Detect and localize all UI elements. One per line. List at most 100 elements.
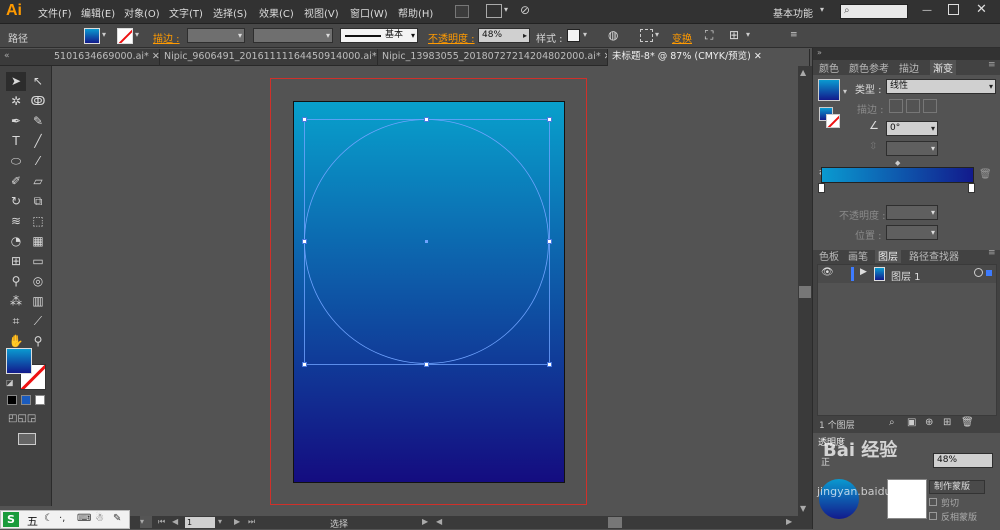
eraser-tool-icon[interactable]: ▱ <box>28 172 48 191</box>
gpu-performance-icon[interactable]: ⊘ <box>520 3 530 17</box>
search-input[interactable]: ⌕ <box>840 4 908 19</box>
none-mode-icon[interactable] <box>35 395 45 405</box>
stroke-along-icon[interactable] <box>906 99 920 113</box>
last-artboard-icon[interactable]: ⏭ <box>248 517 255 527</box>
artboard-number-field[interactable]: 1 <box>185 517 215 528</box>
recolor-artwork-icon[interactable]: ◍ <box>608 28 618 42</box>
new-sublayer-icon[interactable]: ⊕ <box>925 417 933 428</box>
opacity-field[interactable]: 48% ▸ <box>478 28 530 43</box>
locate-object-icon[interactable]: ⌕ <box>889 417 895 428</box>
vertical-scrollbar[interactable]: ▲ ▼ <box>798 66 812 516</box>
layer-name[interactable]: 图层 1 <box>891 268 921 283</box>
tab-pathfinder[interactable]: 路径查找器 <box>909 248 959 263</box>
expand-arrows-icon[interactable]: » <box>817 48 822 57</box>
menu-type[interactable]: 文字(T) <box>169 5 203 20</box>
perspective-grid-tool-icon[interactable]: ▦ <box>28 232 48 251</box>
stroke-label[interactable]: 描边 : <box>153 30 180 45</box>
chevron-down-icon[interactable]: ▾ <box>504 5 508 14</box>
stop-position-field[interactable]: ▾ <box>886 225 938 240</box>
clip-checkbox[interactable] <box>929 498 937 506</box>
menu-view[interactable]: 视图(V) <box>304 5 339 20</box>
canvas[interactable] <box>52 66 798 516</box>
close-icon[interactable]: ✕ <box>976 2 987 17</box>
pencil-tool-icon[interactable]: ✐ <box>6 172 26 191</box>
doc-tab-1[interactable]: 5101634669000.ai* ✕ <box>50 49 160 66</box>
expand-triangle-icon[interactable]: ▶ <box>860 267 867 277</box>
tab-color-guide[interactable]: 颜色参考 <box>849 60 889 75</box>
graphic-style-swatch[interactable] <box>567 29 580 42</box>
midpoint-diamond-icon[interactable]: ◆ <box>895 159 900 167</box>
menu-file[interactable]: 文件(F) <box>38 5 72 20</box>
handle-top-left[interactable] <box>302 117 307 122</box>
color-mode-icon[interactable] <box>7 395 17 405</box>
keyboard-icon[interactable]: ⌨ <box>77 513 91 524</box>
handle-left[interactable] <box>302 239 307 244</box>
selection-tool-icon[interactable]: ➤ <box>6 72 26 91</box>
selection-indicator[interactable] <box>986 270 992 276</box>
invert-mask-checkbox[interactable] <box>929 512 937 520</box>
control-panel-menu-icon[interactable]: ≡ <box>790 30 798 40</box>
layer-row[interactable]: 👁 ▶ 图层 1 <box>818 265 996 283</box>
tab-layers[interactable]: 图层 <box>875 248 901 263</box>
clipping-mask-icon[interactable]: ▣ <box>907 417 916 428</box>
menu-select[interactable]: 选择(S) <box>213 5 247 20</box>
close-tab-icon[interactable]: ✕ <box>754 51 762 62</box>
menu-edit[interactable]: 编辑(E) <box>81 5 115 20</box>
bridge-icon[interactable] <box>455 5 469 18</box>
stroke-none-swatch[interactable] <box>117 28 133 44</box>
tab-stroke[interactable]: 描边 <box>899 60 919 75</box>
menu-help[interactable]: 帮助(H) <box>398 5 433 20</box>
aspect-ratio-field[interactable]: ▾ <box>886 141 938 156</box>
opacity-label[interactable]: 不透明度 : <box>428 30 475 45</box>
doc-tab-active[interactable]: 未标题-8* @ 87% (CMYK/预览) ✕ <box>608 49 810 66</box>
menu-object[interactable]: 对象(O) <box>124 5 160 20</box>
blend-tool-icon[interactable]: ◎ <box>28 272 48 291</box>
scroll-left-icon[interactable]: ◀ <box>436 517 442 526</box>
zoom-chevron-icon[interactable]: ▾ <box>140 516 152 528</box>
isolate-icon[interactable]: ⛶ <box>705 28 713 43</box>
first-artboard-icon[interactable]: ⏮ <box>158 517 165 527</box>
handle-top[interactable] <box>424 117 429 122</box>
next-artboard-icon[interactable]: ▶ <box>234 517 240 526</box>
handle-bottom-right[interactable] <box>547 362 552 367</box>
gradient-stop-start[interactable] <box>818 183 825 193</box>
fill-swatch[interactable] <box>84 28 100 44</box>
fill-color-box[interactable] <box>6 348 32 374</box>
vertical-scroll-thumb[interactable] <box>799 286 811 298</box>
align-to-icon[interactable] <box>640 29 653 42</box>
column-graph-tool-icon[interactable]: ▥ <box>28 292 48 311</box>
style-chevron-icon[interactable]: ▾ <box>583 30 587 39</box>
gradient-presets-chevron-icon[interactable]: ▾ <box>843 87 847 96</box>
mesh-tool-icon[interactable]: ⊞ <box>6 252 26 271</box>
minimize-icon[interactable]: — <box>922 5 932 16</box>
eye-icon[interactable]: 👁 <box>821 267 834 278</box>
punctuation-icon[interactable]: ·, <box>59 513 65 524</box>
shape-builder-tool-icon[interactable]: ◔ <box>6 232 26 251</box>
panel-menu-icon[interactable]: ≡ <box>988 60 996 70</box>
scroll-down-icon[interactable]: ▼ <box>800 504 806 513</box>
free-transform-tool-icon[interactable]: ⬚ <box>28 212 48 231</box>
arrange-documents-icon[interactable] <box>486 4 502 18</box>
moon-icon[interactable]: ☾ <box>44 513 53 524</box>
layers-menu-icon[interactable]: ≡ <box>988 248 996 258</box>
gradient-stroke-proxy[interactable] <box>826 114 840 128</box>
tab-swatches[interactable]: 色板 <box>819 248 839 263</box>
gradient-preview[interactable] <box>818 79 840 101</box>
stop-opacity-field[interactable]: ▾ <box>886 205 938 220</box>
handle-top-right[interactable] <box>547 117 552 122</box>
default-colors-icon[interactable]: ◪ <box>6 378 14 387</box>
doc-tab-2[interactable]: Nipic_9606491_20161111164450914000.ai* ✕ <box>160 49 378 66</box>
close-tab-icon[interactable]: ✕ <box>152 51 159 62</box>
tab-color[interactable]: 颜色 <box>819 60 839 75</box>
user-icon[interactable]: ☃ <box>95 513 104 524</box>
artboard-chevron-icon[interactable]: ▾ <box>218 517 222 526</box>
doc-tab-3[interactable]: Nipic_13983055_20180727214204802000.ai* … <box>378 49 608 66</box>
delete-layer-icon[interactable]: 🗑 <box>961 417 974 428</box>
curvature-tool-icon[interactable]: ✎ <box>28 112 48 131</box>
menu-effect[interactable]: 效果(C) <box>259 5 294 20</box>
symbol-sprayer-tool-icon[interactable]: ⁂ <box>6 292 26 311</box>
sogou-logo-icon[interactable]: S <box>3 512 19 527</box>
fill-chevron-icon[interactable]: ▾ <box>102 30 106 39</box>
align-chevron-icon[interactable]: ▾ <box>655 30 659 39</box>
gradient-tool-icon[interactable]: ▭ <box>28 252 48 271</box>
